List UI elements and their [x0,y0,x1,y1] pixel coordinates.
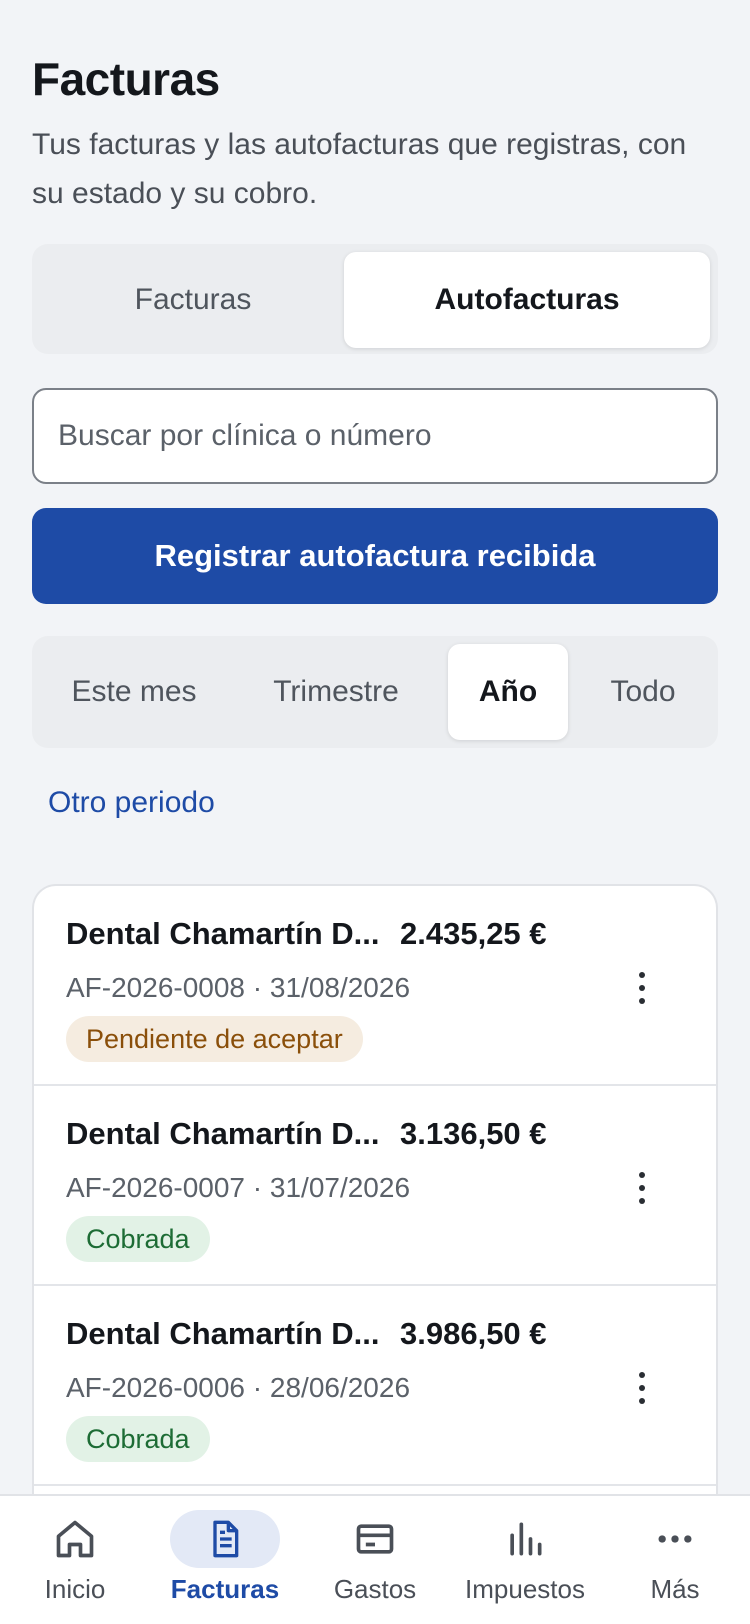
card-icon [320,1510,430,1568]
register-autofactura-button[interactable]: Registrar autofactura recibida [32,508,718,604]
period-quarter[interactable]: Trimestre [236,644,436,740]
more-vertical-icon[interactable] [622,1360,662,1416]
invoice-amount: 3.136,50 € [400,1116,547,1151]
invoice-type-segmented-control: Facturas Autofacturas [32,244,718,354]
status-badge: Pendiente de aceptar [66,1016,363,1062]
tab-gastos[interactable]: Gastos [320,1496,430,1624]
invoice-number-date: AF-2026-0006 · 28/06/2026 [66,1372,411,1403]
invoice-row[interactable]: Dental Chamartín D... 3.986,50 € AF-2026… [34,1286,716,1486]
invoice-number-date: AF-2026-0008 · 31/08/2026 [66,972,411,1003]
more-vertical-icon[interactable] [622,960,662,1016]
invoice-client-name: Dental Chamartín D... [66,916,380,951]
bar-chart-icon [470,1510,580,1568]
status-badge: Cobrada [66,1216,210,1262]
other-period-link[interactable]: Otro periodo [48,786,215,820]
period-this-month[interactable]: Este mes [40,644,228,740]
tab-mas[interactable]: Más [620,1496,730,1624]
segment-autofacturas[interactable]: Autofacturas [344,252,710,348]
page-title: Facturas [32,53,220,105]
search-input[interactable]: Buscar por clínica o número [32,388,718,484]
tab-label: Impuestos [465,1574,585,1604]
period-all[interactable]: Todo [576,644,710,740]
tab-label: Gastos [333,1574,417,1604]
invoices-screen: Facturas Tus facturas y las autofacturas… [0,0,750,1624]
tab-inicio[interactable]: Inicio [20,1496,130,1624]
invoice-number-date: AF-2026-0007 · 31/07/2026 [66,1172,411,1203]
segment-facturas[interactable]: Facturas [40,252,346,348]
invoice-amount: 3.986,50 € [400,1316,547,1351]
more-horizontal-icon [620,1510,730,1568]
invoice-row[interactable]: Dental Chamartín D... 2.435,25 € AF-2026… [34,886,716,1086]
tab-impuestos[interactable]: Impuestos [465,1496,585,1624]
tab-facturas[interactable]: Facturas [170,1496,280,1624]
bottom-tab-bar: Inicio Facturas Gastos Impuestos Más [0,1494,750,1624]
document-icon [170,1510,280,1568]
invoice-client-name: Dental Chamartín D... [66,1316,380,1351]
invoice-row[interactable]: Dental Chamartín D... 3.136,50 € AF-2026… [34,1086,716,1286]
status-badge: Cobrada [66,1416,210,1462]
search-placeholder: Buscar por clínica o número [58,419,432,452]
tab-label: Facturas [170,1574,280,1604]
home-icon [20,1510,130,1568]
page-subtitle: Tus facturas y las autofacturas que regi… [32,128,687,210]
period-year[interactable]: Año [448,644,568,740]
invoice-client-name: Dental Chamartín D... [66,1116,380,1151]
period-filter: Este mes Trimestre Año Todo [32,636,718,748]
more-vertical-icon[interactable] [622,1160,662,1216]
tab-label: Más [650,1574,700,1604]
invoice-amount: 2.435,25 € [400,916,547,951]
tab-label: Inicio [44,1574,106,1604]
